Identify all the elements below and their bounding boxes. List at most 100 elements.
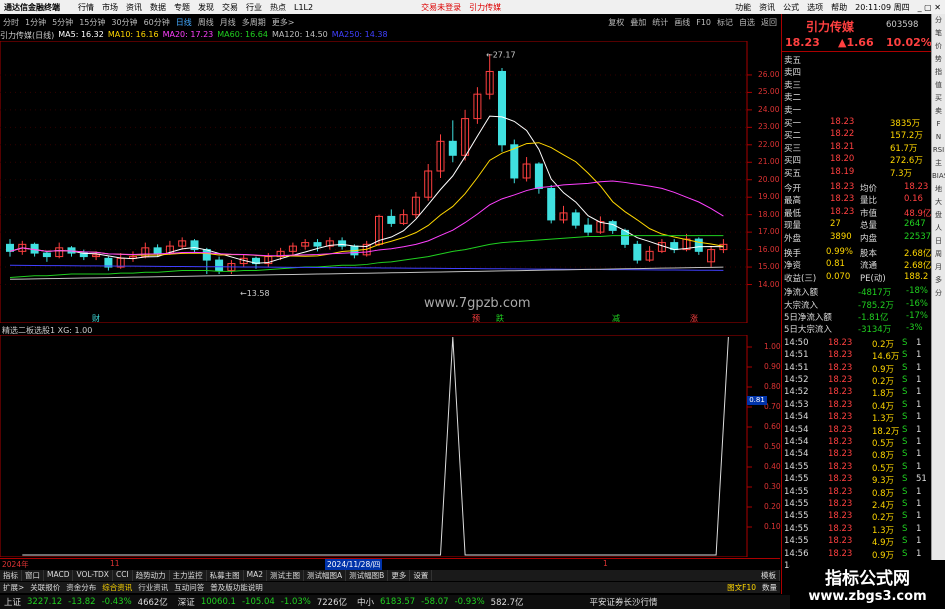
f10-tab[interactable]: 图文F10 [724, 582, 759, 593]
menu-function[interactable]: 功能 [731, 2, 755, 13]
indicator-tab[interactable]: 设置 [410, 570, 433, 581]
tick-row[interactable]: 14:55 18.23 1.3万 S 1 [782, 524, 932, 536]
flow-row[interactable]: 5日大宗流入 -3134万 -3% [782, 323, 932, 335]
kline-chart[interactable]: ←27.17 ←13.58 www.7gpzb.com 财 预 跌 减 涨 [0, 41, 780, 323]
period-1min[interactable]: 1分钟 [22, 17, 49, 28]
tool-f10[interactable]: F10 [693, 18, 714, 27]
tick-row[interactable]: 14:54 18.23 18.2万 S 1 [782, 425, 932, 437]
sidebar-button[interactable]: 盘 [932, 209, 945, 222]
menu-topic[interactable]: 专题 [170, 2, 194, 13]
info-tab[interactable]: 关联报价 [27, 582, 63, 593]
flow-row[interactable]: 5日净流入额 -1.81亿 -17% [782, 311, 932, 323]
tick-row[interactable]: 14:55 18.23 4.9万 S 1 [782, 536, 932, 548]
info-tab[interactable]: 综合资讯 [99, 582, 135, 593]
event-marker[interactable]: 减 [612, 313, 620, 323]
indicator-tab[interactable]: 测试幅图B [346, 570, 389, 581]
tick-row[interactable]: 14:52 18.23 0.2万 S 1 [782, 375, 932, 387]
menu-options[interactable]: 选项 [803, 2, 827, 13]
indicator-tab[interactable]: 测试主图 [267, 570, 305, 581]
sidebar-button[interactable]: 周 [932, 248, 945, 261]
sidebar-button[interactable]: 多 [932, 274, 945, 287]
indicator-tab[interactable]: 测试幅图A [304, 570, 347, 581]
sidebar-button[interactable]: 买 [932, 92, 945, 105]
flow-row[interactable]: 大宗流入 -785.2万 -16% [782, 299, 932, 311]
trade-login-link[interactable]: 交易未登录 [417, 2, 465, 13]
sidebar-button[interactable]: 分 [932, 14, 945, 27]
tick-row[interactable]: 14:54 18.23 1.3万 S 1 [782, 412, 932, 424]
event-marker[interactable]: 预 [472, 313, 480, 323]
tick-row[interactable]: 14:55 18.23 9.3万 S 51 [782, 474, 932, 486]
sidebar-button[interactable]: 值 [932, 79, 945, 92]
tick-row[interactable]: 14:50 18.23 0.2万 S 1 [782, 338, 932, 350]
sidebar-button[interactable]: 人 [932, 222, 945, 235]
period-multi[interactable]: 多周期 [239, 17, 269, 28]
indicator-chart[interactable] [0, 335, 780, 557]
stat-row[interactable]: 现量 27 总量 2647 [782, 219, 932, 231]
stat-row[interactable]: 最高 18.23 量比 0.16 [782, 194, 932, 206]
sidebar-button[interactable]: 日 [932, 235, 945, 248]
tool-watchlist[interactable]: 自选 [736, 17, 758, 28]
sidebar-button[interactable]: 分 [932, 287, 945, 300]
tick-row[interactable]: 14:55 18.23 0.5万 S 1 [782, 462, 932, 474]
stat-row[interactable]: 净资 0.81 流通 2.68亿 [782, 259, 932, 271]
sidebar-button[interactable]: 地 [932, 183, 945, 196]
stat-row[interactable]: 今开 18.23 均价 18.23 [782, 182, 932, 194]
indicator-tab[interactable]: 主力监控 [170, 570, 207, 581]
event-marker[interactable]: 涨 [690, 313, 698, 323]
menu-news[interactable]: 资讯 [122, 2, 146, 13]
menu-info[interactable]: 资讯 [755, 2, 779, 13]
tick-row[interactable]: 14:52 18.23 1.8万 S 1 [782, 387, 932, 399]
stat-row[interactable]: 换手 0.99% 股本 2.68亿 [782, 247, 932, 259]
tick-row[interactable]: 14:51 18.23 14.6万 S 1 [782, 350, 932, 362]
tick-row[interactable]: 14:54 18.23 0.8万 S 1 [782, 449, 932, 461]
indicator-tab[interactable]: 指标 [0, 570, 22, 581]
stat-row[interactable]: 最低 18.23 市值 48.9亿 [782, 207, 932, 219]
menu-market[interactable]: 市场 [98, 2, 122, 13]
event-marker[interactable]: 财 [92, 313, 100, 323]
bid-row[interactable]: 买三 18.21 61.7万 [782, 142, 932, 154]
tool-fuquan[interactable]: 复权 [605, 17, 627, 28]
tool-mark[interactable]: 标记 [714, 17, 736, 28]
indicator-tab[interactable]: VOL-TDX [73, 570, 113, 581]
ask-row[interactable]: 卖三 [782, 79, 932, 91]
bid-row[interactable]: 买一 18.23 3835万 [782, 117, 932, 129]
period-5min[interactable]: 5分钟 [49, 17, 76, 28]
template-tab[interactable]: 模板 [758, 570, 780, 581]
tool-back[interactable]: 返回 [758, 17, 780, 28]
tick-row[interactable]: 14:55 18.23 2.4万 S 1 [782, 499, 932, 511]
ask-row[interactable]: 卖一 [782, 104, 932, 116]
indicator-tab[interactable]: MACD [44, 570, 74, 581]
tick-row[interactable]: 14:51 18.23 0.9万 S 1 [782, 363, 932, 375]
period-more[interactable]: 更多> [269, 17, 298, 28]
sidebar-button[interactable]: N [932, 131, 945, 144]
menu-industry[interactable]: 行业 [242, 2, 266, 13]
menu-formula[interactable]: 公式 [779, 2, 803, 13]
ask-row[interactable]: 卖二 [782, 91, 932, 103]
period-day[interactable]: 日线 [173, 17, 195, 28]
sidebar-button[interactable]: 主 [932, 157, 945, 170]
event-marker[interactable]: 跌 [496, 313, 504, 323]
period-15min[interactable]: 15分钟 [76, 17, 108, 28]
menu-discover[interactable]: 发现 [194, 2, 218, 13]
sidebar-button[interactable]: F [932, 118, 945, 131]
menu-l1l2[interactable]: L1L2 [290, 3, 317, 12]
sidebar-button[interactable]: 大 [932, 196, 945, 209]
tool-overlay[interactable]: 叠加 [627, 17, 649, 28]
indicator-tab[interactable]: 窗口 [22, 570, 44, 581]
indicator-tab[interactable]: CCI [113, 570, 133, 581]
menu-hot[interactable]: 热点 [266, 2, 290, 13]
tick-row[interactable]: 14:54 18.23 0.5万 S 1 [782, 437, 932, 449]
menu-data[interactable]: 数据 [146, 2, 170, 13]
period-60min[interactable]: 60分钟 [141, 17, 173, 28]
menu-quote[interactable]: 行情 [74, 2, 98, 13]
period-week[interactable]: 周线 [195, 17, 217, 28]
info-tab[interactable]: 互动问答 [171, 582, 207, 593]
menu-help[interactable]: 帮助 [827, 2, 851, 13]
info-tab[interactable]: 资金分布 [63, 582, 99, 593]
ask-row[interactable]: 卖四 [782, 66, 932, 78]
stat-row[interactable]: 外盘 3890 内盘 22537 [782, 232, 932, 244]
sidebar-button[interactable]: 卖 [932, 105, 945, 118]
quantity-tab[interactable]: 数量 [759, 582, 780, 593]
window-controls[interactable]: _ ▢ ✕ [914, 3, 945, 12]
bid-row[interactable]: 买二 18.22 157.2万 [782, 129, 932, 141]
